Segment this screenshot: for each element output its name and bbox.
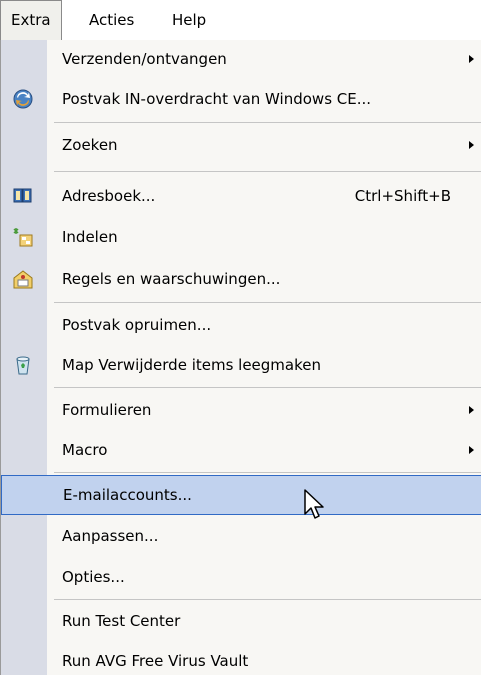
menu-item-formulieren[interactable]: Formulieren: [1, 391, 481, 429]
address-book-icon: [12, 185, 34, 207]
submenu-arrow-icon: [469, 141, 474, 149]
sync-icon: [12, 88, 34, 110]
menu-item-opties[interactable]: Opties...: [1, 558, 481, 596]
recycle-bin-icon: [12, 354, 34, 376]
menu-item-run-avg-virus-vault[interactable]: Run AVG Free Virus Vault: [1, 642, 481, 680]
menu-item-label: Run Test Center: [62, 612, 181, 630]
menu-bar: Extra Acties Help: [0, 0, 470, 40]
menu-item-regels[interactable]: Regels en waarschuwingen...: [1, 260, 481, 298]
menu-item-aanpassen[interactable]: Aanpassen...: [1, 517, 481, 555]
menu-item-label: Macro: [62, 441, 108, 459]
menu-separator: [54, 387, 481, 388]
organize-icon: [12, 226, 34, 248]
menu-item-macro[interactable]: Macro: [1, 431, 481, 469]
menu-item-label: Map Verwijderde items leegmaken: [62, 356, 321, 374]
menu-help[interactable]: Help: [162, 0, 216, 40]
menu-item-label: Verzenden/ontvangen: [62, 50, 227, 68]
menu-item-postvak-opruimen[interactable]: Postvak opruimen...: [1, 306, 481, 344]
menu-separator: [54, 599, 481, 600]
menu-item-label: Run AVG Free Virus Vault: [62, 652, 249, 670]
menu-acties[interactable]: Acties: [79, 0, 144, 40]
menu-separator: [54, 171, 481, 172]
menu-item-run-test-center[interactable]: Run Test Center: [1, 602, 481, 640]
menu-separator: [54, 302, 481, 303]
extra-dropdown-menu: Verzenden/ontvangen Postvak IN-overdrach…: [0, 40, 481, 675]
menu-item-label: Regels en waarschuwingen...: [62, 270, 281, 288]
menu-item-e-mailaccounts[interactable]: E-mailaccounts...: [1, 475, 481, 515]
menu-item-label: Aanpassen...: [62, 527, 159, 545]
menu-item-label: Formulieren: [62, 401, 152, 419]
rules-icon: [12, 268, 34, 290]
shortcut-text: Ctrl+Shift+B: [354, 187, 451, 205]
menu-item-verzenden-ontvangen[interactable]: Verzenden/ontvangen: [1, 40, 481, 78]
menu-item-label: E-mailaccounts...: [63, 486, 192, 504]
menu-help-label: Help: [172, 11, 207, 29]
submenu-arrow-icon: [469, 55, 474, 63]
menu-item-indelen[interactable]: Indelen: [1, 218, 481, 256]
menu-item-label: Postvak IN-overdracht van Windows CE...: [62, 90, 372, 108]
menu-item-zoeken[interactable]: Zoeken: [1, 126, 481, 164]
mouse-cursor-icon: [303, 488, 327, 522]
menu-item-label: Opties...: [62, 568, 125, 586]
menu-item-map-leegmaken[interactable]: Map Verwijderde items leegmaken: [1, 346, 481, 384]
submenu-arrow-icon: [469, 406, 474, 414]
submenu-arrow-icon: [469, 446, 474, 454]
menu-item-label: Postvak opruimen...: [62, 316, 212, 334]
menu-extra-label: Extra: [11, 11, 51, 29]
menu-item-postvak-in-overdracht[interactable]: Postvak IN-overdracht van Windows CE...: [1, 80, 481, 118]
menu-acties-label: Acties: [89, 11, 135, 29]
menu-item-label: Adresboek...: [62, 187, 156, 205]
menu-separator: [54, 472, 481, 473]
menu-item-adresboek[interactable]: Adresboek... Ctrl+Shift+B: [1, 177, 481, 215]
menu-item-label: Zoeken: [62, 136, 118, 154]
menu-extra[interactable]: Extra: [0, 0, 62, 40]
menu-item-label: Indelen: [62, 228, 118, 246]
menu-separator: [54, 122, 481, 123]
